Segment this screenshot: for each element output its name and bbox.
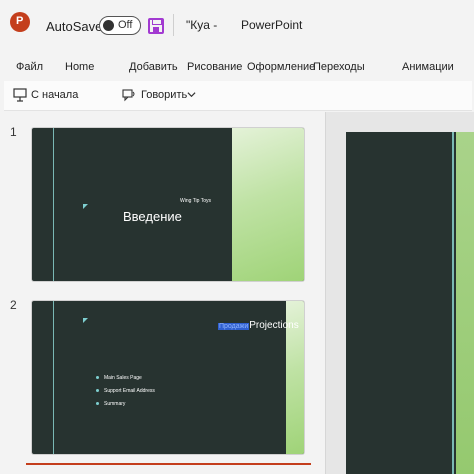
tab-animations[interactable]: Анимации [402,61,454,73]
autosave-toggle[interactable]: Off [99,16,141,35]
app-name: PowerPoint [241,18,303,32]
tab-transitions[interactable]: Переходы [313,61,365,73]
document-name[interactable]: "Кya - [186,18,217,32]
slide-canvas [326,112,474,474]
tab-design[interactable]: Оформление [247,61,315,73]
list-item: Support Email Address [94,388,155,401]
from-start-button[interactable]: С начала [31,89,78,101]
highlighted-text: Продажи [218,323,250,330]
ribbon-tabs: Файл Home Добавить Рисование Оформление … [0,58,474,78]
autosave-label: AutoSave [46,19,103,34]
presentation-icon[interactable] [13,88,27,102]
slide-thumbnail-2[interactable]: ПродажиProjections Main Sales Page Suppo… [31,300,305,455]
slide-2-title: ПродажиProjections [218,320,299,331]
slide-1-title: Введение [123,209,182,224]
tab-file[interactable]: Файл [16,61,43,73]
accent-line [53,128,54,281]
list-item: Main Sales Page [94,375,155,388]
triangle-icon [83,204,88,209]
toggle-knob [103,20,114,31]
title-divider [173,14,174,36]
powerpoint-logo-icon [10,12,30,32]
green-strip [456,132,474,474]
speak-icon[interactable] [122,88,136,102]
accent-line [452,132,454,474]
slide-thumbnails-panel: 1 Wing Tip Toys Введение 2 ПродажиProjec… [0,112,325,474]
bullet-list: Main Sales Page Support Email Address Su… [94,375,155,414]
slide-1-subtitle: Wing Tip Toys [180,198,212,204]
title-bar: AutoSave Off "Кya - PowerPoint [0,0,474,52]
tab-home[interactable]: Home [65,61,94,73]
chevron-down-icon[interactable] [187,90,196,99]
insertion-marker [26,463,311,465]
slide-number-1: 1 [10,125,17,139]
autosave-state: Off [118,19,133,31]
speak-button[interactable]: Говорить [141,89,187,101]
triangle-icon [83,318,88,323]
current-slide[interactable] [346,132,474,474]
tab-insert[interactable]: Добавить [129,61,178,73]
slide-thumbnail-1[interactable]: Wing Tip Toys Введение [31,127,305,282]
save-icon[interactable] [148,18,164,34]
accent-line [53,301,54,454]
slide-2-title-text: Projections [249,320,299,331]
tab-draw[interactable]: Рисование [187,61,242,73]
slide-number-2: 2 [10,298,17,312]
command-bar: С начала Говорить [4,81,472,111]
green-panel [232,128,304,281]
list-item: Summary [94,401,155,414]
